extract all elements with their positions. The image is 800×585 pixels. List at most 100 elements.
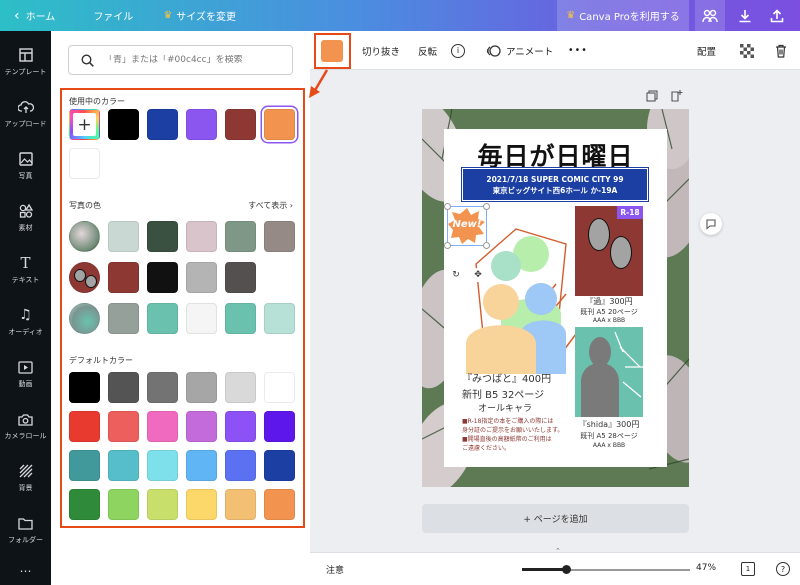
swatch-photo-color[interactable] (225, 262, 256, 293)
book2-title[interactable]: 『shida』300円 (572, 419, 646, 430)
swatch-default-color[interactable] (264, 372, 295, 403)
zoom-slider-handle[interactable] (562, 565, 571, 574)
zoom-level[interactable]: 47% (696, 563, 716, 573)
book1-spec[interactable]: 既刊 A5 20ページ (572, 307, 646, 317)
swatch-default-color[interactable] (186, 411, 217, 442)
notice-text[interactable]: ■R-18指定の本をご購入の際には 身分証のご提示をお願いいたします。 ■開場直… (462, 417, 563, 453)
swatch-photo-color[interactable] (147, 303, 178, 334)
swatch-default-color[interactable] (69, 489, 100, 520)
swatch-default-color[interactable] (147, 411, 178, 442)
nav-elements[interactable]: 素材 (0, 193, 51, 243)
file-menu[interactable]: ファイル (85, 0, 141, 31)
swatch-default-color[interactable] (108, 489, 139, 520)
photo-thumb-2[interactable] (69, 262, 100, 293)
nav-background[interactable]: 背景 (0, 453, 51, 503)
animate-button[interactable]: アニメート (486, 31, 553, 70)
nav-more[interactable]: … (0, 561, 51, 575)
swatch-photo-color[interactable] (264, 221, 295, 252)
add-color-button[interactable]: + (69, 109, 100, 140)
swatch-photo-color[interactable] (108, 262, 139, 293)
swatch-in-use[interactable] (108, 109, 139, 140)
swatch-default-color[interactable] (147, 489, 178, 520)
main-book-title[interactable]: 『みつばと』400円 (462, 370, 551, 385)
photo-thumb-3[interactable] (69, 303, 100, 334)
nav-photo[interactable]: 写真 (0, 141, 51, 191)
book2-spec[interactable]: 既刊 A5 28ページ (572, 431, 646, 441)
swatch-photo-color[interactable] (264, 303, 295, 334)
swatch-photo-color[interactable] (225, 221, 256, 252)
swatch-photo-color[interactable] (186, 221, 217, 252)
swatch-in-use[interactable] (264, 109, 295, 140)
swatch-in-use[interactable] (186, 109, 217, 140)
transparency-button[interactable] (740, 31, 754, 70)
resize-button[interactable]: ♛ サイズを変更 (155, 0, 244, 31)
rotate-handle-icon[interactable]: ↻ (449, 268, 463, 282)
nav-camera-roll[interactable]: カメラロール (0, 401, 51, 451)
swatch-default-color[interactable] (108, 372, 139, 403)
swatch-in-use[interactable] (225, 109, 256, 140)
swatch-default-color[interactable] (225, 450, 256, 481)
add-comment-button[interactable] (700, 213, 722, 235)
nav-video[interactable]: 動画 (0, 349, 51, 399)
color-search-box[interactable] (68, 45, 293, 75)
nav-audio[interactable]: ♫ オーディオ (0, 297, 51, 347)
swatch-default-color[interactable] (108, 450, 139, 481)
swatch-photo-color[interactable] (147, 221, 178, 252)
duplicate-page-button[interactable] (646, 90, 658, 105)
swatch-default-color[interactable] (264, 450, 295, 481)
swatch-default-color[interactable] (186, 372, 217, 403)
main-book-tag[interactable]: オールキャラ (478, 401, 532, 414)
book1-pair[interactable]: AAA x BBB (572, 317, 646, 324)
swatch-photo-color[interactable] (147, 262, 178, 293)
nav-text[interactable]: T テキスト (0, 245, 51, 295)
swatch-in-use[interactable] (147, 109, 178, 140)
swatch-default-color[interactable] (186, 489, 217, 520)
book2-pair[interactable]: AAA x BBB (572, 442, 646, 449)
share-button[interactable] (762, 0, 792, 31)
book1-cover[interactable]: R-18 (575, 206, 643, 296)
more-options-button[interactable]: ••• (568, 31, 588, 70)
share-people-button[interactable] (695, 0, 725, 31)
swatch-photo-color[interactable] (108, 221, 139, 252)
nav-folder[interactable]: フォルダー (0, 505, 51, 555)
resize-handle[interactable] (483, 242, 490, 249)
info-button[interactable]: i (451, 31, 465, 70)
photo-thumb-1[interactable] (69, 221, 100, 252)
event-banner[interactable]: 2021/7/18 SUPER COMIC CITY 99 東京ビッグサイト西6… (461, 167, 649, 202)
swatch-white-in-use[interactable] (69, 148, 100, 179)
selection-box[interactable]: New! (444, 203, 490, 249)
add-page-icon-button[interactable] (671, 89, 683, 105)
swatch-default-color[interactable] (264, 489, 295, 520)
swatch-default-color[interactable] (69, 372, 100, 403)
swatch-photo-color[interactable] (225, 303, 256, 334)
nav-template[interactable]: テンプレート (0, 37, 51, 87)
book2-cover[interactable] (575, 327, 643, 417)
resize-handle[interactable] (444, 242, 451, 249)
download-button[interactable] (730, 0, 760, 31)
delete-button[interactable] (775, 31, 787, 70)
help-button[interactable]: ? (776, 562, 790, 576)
crop-button[interactable]: 切り抜き (362, 31, 400, 70)
swatch-default-color[interactable] (147, 372, 178, 403)
notes-button[interactable]: 注意 (326, 563, 344, 576)
color-search-input[interactable] (104, 55, 274, 65)
swatch-default-color[interactable] (69, 450, 100, 481)
resize-handle[interactable] (483, 203, 490, 210)
swatch-default-color[interactable] (69, 411, 100, 442)
move-handle-icon[interactable]: ✥ (471, 268, 485, 282)
swatch-default-color[interactable] (225, 372, 256, 403)
add-page-button[interactable]: + ページを追加 (422, 504, 689, 533)
resize-handle[interactable] (444, 203, 451, 210)
nav-upload[interactable]: アップロード (0, 89, 51, 139)
design-page[interactable]: 毎日が日曜日 2021/7/18 SUPER COMIC CITY 99 東京ビ… (422, 109, 689, 487)
swatch-default-color[interactable] (186, 450, 217, 481)
flip-button[interactable]: 反転 (418, 31, 437, 70)
swatch-default-color[interactable] (108, 411, 139, 442)
position-button[interactable]: 配置 (697, 31, 716, 70)
home-button[interactable]: ‹ ホーム (0, 0, 63, 31)
swatch-default-color[interactable] (147, 450, 178, 481)
swatch-default-color[interactable] (225, 411, 256, 442)
canva-pro-button[interactable]: ♛ Canva Proを利用する (557, 0, 689, 31)
swatch-photo-color[interactable] (108, 303, 139, 334)
swatch-default-color[interactable] (264, 411, 295, 442)
